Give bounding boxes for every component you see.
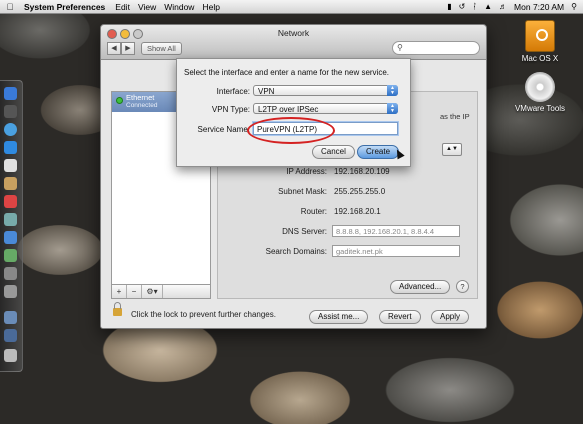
assist-me-button[interactable]: Assist me... bbox=[309, 310, 369, 324]
iphoto-icon[interactable] bbox=[4, 249, 17, 262]
time-machine-icon[interactable]: ↺ bbox=[459, 2, 466, 11]
menu-help[interactable]: Help bbox=[202, 2, 227, 12]
help-button[interactable]: ? bbox=[456, 280, 469, 293]
subnet-label: Subnet Mask: bbox=[278, 187, 327, 196]
battery-icon[interactable]: ▮ bbox=[447, 2, 451, 11]
vpn-type-label: VPN Type: bbox=[211, 105, 250, 114]
action-menu-button[interactable]: ⚙▾ bbox=[142, 285, 163, 298]
itunes-icon[interactable] bbox=[4, 231, 17, 244]
dashboard-icon[interactable] bbox=[4, 105, 17, 118]
subnet-row: Subnet Mask: 255.255.255.0 bbox=[218, 186, 477, 198]
status-dot-icon bbox=[116, 97, 123, 104]
spotlight-icon[interactable]: ⚲ bbox=[571, 2, 577, 11]
finder-icon[interactable] bbox=[4, 87, 17, 100]
dock bbox=[0, 80, 23, 372]
title-bar: Network ◀ ▶ Show All ⚲ bbox=[101, 25, 486, 60]
desktop-icon-vmware-tools[interactable]: VMware Tools bbox=[510, 72, 570, 113]
nav-buttons: ◀ ▶ bbox=[107, 42, 135, 55]
trash-icon[interactable] bbox=[4, 349, 17, 362]
ical-icon[interactable] bbox=[4, 195, 17, 208]
back-icon[interactable]: ◀ bbox=[107, 42, 121, 55]
advanced-button[interactable]: Advanced... bbox=[390, 280, 451, 294]
volume-icon[interactable]: ♬ bbox=[499, 2, 507, 11]
interface-label: Interface: bbox=[216, 87, 250, 96]
desktop-icon-label: VMware Tools bbox=[514, 104, 566, 113]
service-name-row: Service Name: PureVPN (L2TP) bbox=[177, 117, 410, 144]
lock-icon[interactable] bbox=[113, 302, 122, 316]
preview-icon[interactable] bbox=[4, 213, 17, 226]
select-arrows-icon: ▲ ▼ bbox=[387, 85, 398, 96]
remove-service-button[interactable]: − bbox=[127, 285, 142, 298]
menu-window[interactable]: Window bbox=[164, 2, 202, 12]
desktop-icon-label: Mac OS X bbox=[521, 54, 559, 63]
desktop-icon-mac-os-x[interactable]: Mac OS X bbox=[510, 20, 570, 63]
router-value: 192.168.20.1 bbox=[334, 207, 381, 216]
menu-app-name[interactable]: System Preferences bbox=[20, 2, 115, 12]
add-service-button[interactable]: + bbox=[112, 285, 127, 298]
search-input[interactable]: ⚲ bbox=[392, 41, 480, 55]
interface-select[interactable]: VPN ▲ ▼ bbox=[253, 85, 398, 96]
search-icon: ⚲ bbox=[397, 43, 403, 52]
mail-icon[interactable] bbox=[4, 141, 17, 154]
system-preferences-icon[interactable] bbox=[4, 285, 17, 298]
domains-label: Search Domains: bbox=[265, 247, 327, 256]
search-domains-field[interactable]: gaditek.net.pk bbox=[332, 245, 460, 257]
ip-value: 192.168.20.109 bbox=[334, 167, 390, 176]
sheet-prompt: Select the interface and enter a name fo… bbox=[184, 68, 390, 77]
ip-row: IP Address: 192.168.20.109 bbox=[218, 166, 477, 178]
forward-icon[interactable]: ▶ bbox=[121, 42, 135, 55]
wifi-icon[interactable]: ▲ bbox=[484, 2, 492, 11]
ip-label: IP Address: bbox=[286, 167, 327, 176]
time-machine-dock-icon[interactable] bbox=[4, 267, 17, 280]
configure-select[interactable]: ▲▼ bbox=[442, 143, 462, 156]
service-list-toolbar: + − ⚙▾ bbox=[111, 284, 211, 299]
menu-bar:  System Preferences Edit View Window He… bbox=[0, 0, 583, 14]
apply-button[interactable]: Apply bbox=[431, 310, 470, 324]
cancel-button[interactable]: Cancel bbox=[312, 145, 355, 159]
dns-label: DNS Server: bbox=[282, 227, 327, 236]
downloads-stack-icon[interactable] bbox=[4, 329, 17, 342]
dns-row: DNS Server: 8.8.8.8, 192.168.20.1, 8.8.4… bbox=[218, 225, 477, 238]
router-label: Router: bbox=[300, 207, 327, 216]
highlight-ellipse bbox=[247, 117, 335, 144]
bluetooth-icon[interactable]: ᛛ bbox=[472, 2, 477, 11]
vpn-type-select[interactable]: L2TP over IPSec ▲ ▼ bbox=[253, 103, 398, 114]
select-arrows-icon: ▲ ▼ bbox=[387, 103, 398, 114]
ichat-icon[interactable] bbox=[4, 159, 17, 172]
interface-value: VPN bbox=[258, 87, 275, 96]
interface-row: Interface: VPN ▲ ▼ bbox=[177, 85, 410, 98]
menu-view[interactable]: View bbox=[138, 2, 164, 12]
service-name-label: Service Name: bbox=[197, 125, 250, 134]
menu-clock[interactable]: Mon 7:20 AM bbox=[514, 2, 564, 12]
window-title: Network bbox=[277, 28, 310, 38]
router-row: Router: 192.168.20.1 bbox=[218, 206, 477, 218]
vpn-type-value: L2TP over IPSec bbox=[258, 105, 319, 114]
domains-row: Search Domains: gaditek.net.pk bbox=[218, 245, 477, 258]
apple-menu-icon[interactable]:  bbox=[0, 2, 20, 12]
show-all-button[interactable]: Show All bbox=[141, 42, 182, 55]
lock-text: Click the lock to prevent further change… bbox=[131, 310, 276, 319]
safari-icon[interactable] bbox=[4, 123, 17, 136]
revert-button[interactable]: Revert bbox=[379, 310, 421, 324]
new-service-sheet: Select the interface and enter a name fo… bbox=[176, 58, 411, 167]
dns-field[interactable]: 8.8.8.8, 192.168.20.1, 8.8.4.4 bbox=[332, 225, 460, 237]
address-book-icon[interactable] bbox=[4, 177, 17, 190]
hard-drive-icon bbox=[525, 20, 555, 52]
obscured-text: as the IP bbox=[440, 112, 470, 121]
subnet-value: 255.255.255.0 bbox=[334, 187, 386, 196]
menu-edit[interactable]: Edit bbox=[115, 2, 138, 12]
documents-stack-icon[interactable] bbox=[4, 311, 17, 324]
dvd-icon bbox=[525, 72, 555, 102]
vpn-type-row: VPN Type: L2TP over IPSec ▲ ▼ bbox=[177, 103, 410, 116]
